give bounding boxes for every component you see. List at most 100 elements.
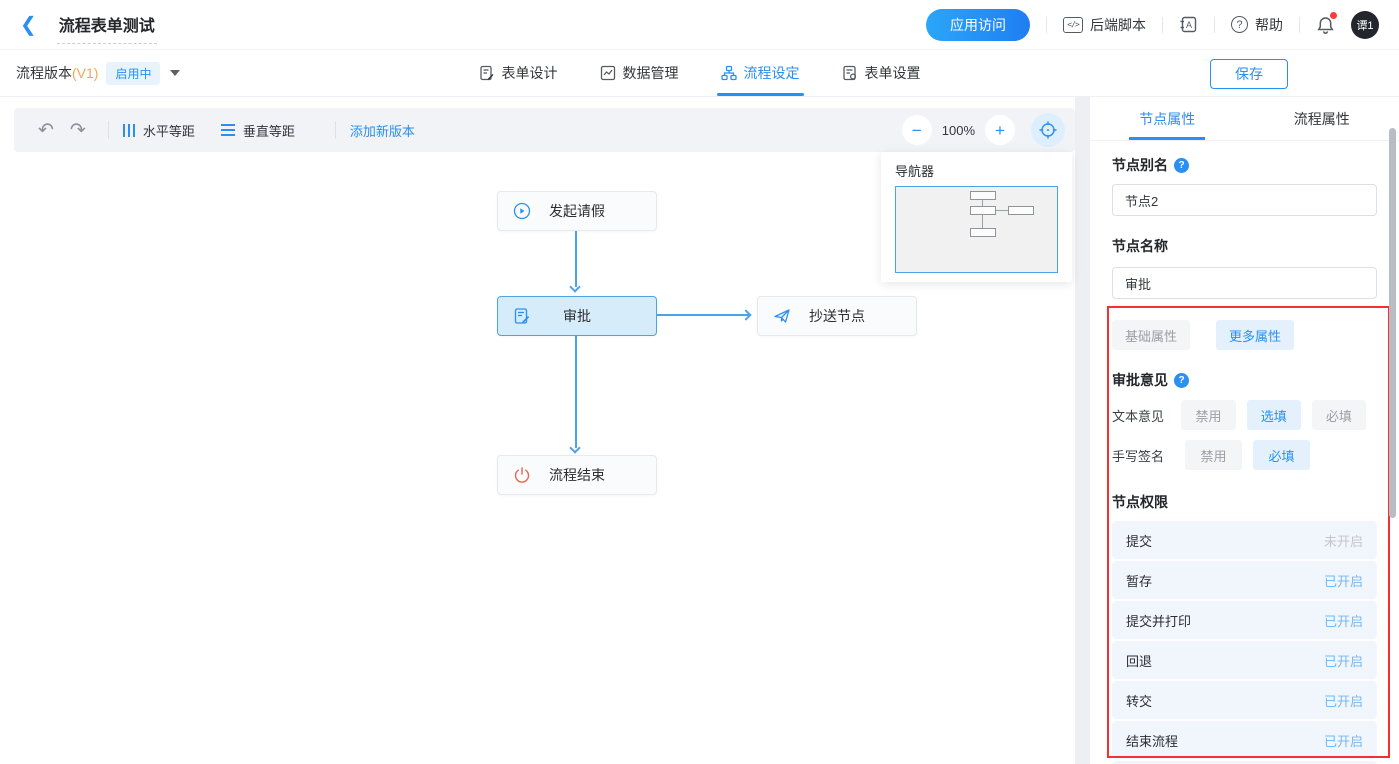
label-text: 节点别名	[1112, 155, 1168, 175]
main-area: ↶ ↷ 水平等距 垂直等距 添加新版本 − 100% +	[0, 97, 1399, 764]
node-name-input[interactable]	[1112, 267, 1377, 299]
notification-dot	[1330, 12, 1337, 19]
signature-label: 手写签名	[1112, 446, 1185, 465]
tab-data-management[interactable]: 数据管理	[600, 50, 679, 96]
text-opinion-optional-button[interactable]: 选填	[1247, 400, 1301, 430]
status-text: 已开启	[1324, 691, 1363, 710]
basic-properties-button[interactable]: 基础属性	[1112, 320, 1190, 350]
vertical-spacing-icon	[221, 124, 235, 136]
approval-opinion-label: 审批意见 ?	[1112, 370, 1377, 390]
help-button[interactable]: ? 帮助	[1231, 15, 1283, 35]
mini-node	[1008, 206, 1034, 215]
approval-form-icon	[513, 307, 531, 325]
permission-row-transfer[interactable]: 转交 已开启	[1112, 681, 1377, 719]
mini-node	[970, 206, 996, 215]
help-circle-icon[interactable]: ?	[1174, 158, 1189, 173]
node-name-label: 节点名称	[1112, 236, 1377, 256]
form-design-icon	[479, 65, 495, 81]
tab-flow-properties[interactable]: 流程属性	[1245, 97, 1399, 140]
app-access-button[interactable]: 应用访问	[926, 9, 1030, 41]
zoom-in-button[interactable]: +	[985, 115, 1015, 145]
node-label: 抄送节点	[809, 306, 865, 326]
add-version-button[interactable]: 添加新版本	[350, 121, 415, 140]
permission-row-submit[interactable]: 提交 未开启	[1112, 521, 1377, 559]
address-book-button[interactable]: A	[1179, 15, 1198, 34]
mini-node	[970, 228, 996, 237]
zoom-level: 100%	[942, 123, 975, 138]
tab-node-properties[interactable]: 节点属性	[1090, 97, 1245, 140]
permission-row-end-flow[interactable]: 结束流程 已开启	[1112, 721, 1377, 759]
fit-view-button[interactable]	[1031, 113, 1065, 147]
edge-start-approve	[575, 231, 577, 287]
tab-form-design[interactable]: 表单设计	[479, 50, 558, 96]
backend-script-button[interactable]: </> 后端脚本	[1063, 15, 1146, 35]
divider	[1162, 17, 1163, 33]
arrowhead-down-icon	[569, 281, 580, 292]
label-text: 节点权限	[1112, 492, 1168, 512]
divider	[1214, 17, 1215, 33]
tab-label: 数据管理	[623, 63, 679, 83]
permission-row-submit-print[interactable]: 提交并打印 已开启	[1112, 601, 1377, 639]
subheader: 流程版本(V1) 启用中 表单设计 数据管理 流程设定	[0, 50, 1399, 97]
signature-row: 手写签名 禁用 必填	[1112, 440, 1377, 470]
node-permissions-label: 节点权限	[1112, 492, 1377, 512]
text-opinion-disabled-button[interactable]: 禁用	[1181, 400, 1235, 430]
app-header: ❮ 流程表单测试 应用访问 </> 后端脚本 A ? 帮助	[0, 0, 1399, 50]
help-icon: ?	[1231, 16, 1248, 33]
node-start[interactable]: 发起请假	[497, 191, 657, 231]
tab-form-settings[interactable]: 表单设置	[842, 50, 921, 96]
horizontal-spacing-button[interactable]: 水平等距	[123, 121, 195, 140]
navigator-minimap[interactable]	[895, 186, 1058, 273]
properties-panel: 节点属性 流程属性 节点别名 ? 节点名称 基础属性 更多属性 审批意见 ?	[1090, 97, 1399, 764]
divider	[335, 121, 336, 139]
edge-approve-end	[575, 336, 577, 448]
redo-icon[interactable]: ↷	[62, 121, 94, 140]
navigator-panel: 导航器	[881, 152, 1072, 282]
address-book-icon: A	[1179, 15, 1198, 34]
divider	[108, 121, 109, 139]
horizontal-spacing-icon	[123, 124, 135, 137]
text-opinion-label: 文本意见	[1112, 406, 1181, 425]
flow-version: 流程版本(V1) 启用中	[16, 62, 180, 85]
zoom-out-button[interactable]: −	[902, 115, 932, 145]
node-label: 流程结束	[549, 465, 605, 485]
status-text: 未开启	[1324, 531, 1363, 550]
back-icon[interactable]: ❮	[20, 15, 37, 35]
permission-row-save-draft[interactable]: 暂存 已开启	[1112, 561, 1377, 599]
tab-flow-settings[interactable]: 流程设定	[721, 50, 800, 96]
code-icon: </>	[1063, 17, 1083, 33]
node-end[interactable]: 流程结束	[497, 455, 657, 495]
node-approve[interactable]: 审批	[497, 296, 657, 336]
notification-bell-icon[interactable]	[1316, 15, 1335, 35]
version-number: (V1)	[72, 65, 98, 81]
permission-row-rollback[interactable]: 回退 已开启	[1112, 641, 1377, 679]
save-button[interactable]: 保存	[1210, 59, 1288, 89]
more-properties-button[interactable]: 更多属性	[1216, 320, 1294, 350]
text-opinion-required-button[interactable]: 必填	[1312, 400, 1366, 430]
signature-disabled-button[interactable]: 禁用	[1185, 440, 1242, 470]
node-cc[interactable]: 抄送节点	[757, 296, 917, 336]
flow-canvas[interactable]: ↶ ↷ 水平等距 垂直等距 添加新版本 − 100% +	[0, 97, 1075, 764]
version-label: 流程版本	[16, 63, 72, 83]
signature-required-button[interactable]: 必填	[1253, 440, 1310, 470]
node-label: 审批	[563, 306, 591, 326]
node-alias-input[interactable]	[1112, 184, 1377, 216]
chevron-down-icon[interactable]	[170, 70, 180, 76]
label-text: 节点名称	[1112, 236, 1168, 256]
panel-tabs: 节点属性 流程属性	[1090, 97, 1399, 141]
horizontal-spacing-label: 水平等距	[143, 121, 195, 140]
flow-settings-icon	[721, 65, 737, 81]
play-circle-icon	[513, 202, 531, 220]
help-circle-icon[interactable]: ?	[1174, 373, 1189, 388]
vertical-spacing-button[interactable]: 垂直等距	[221, 121, 295, 140]
status-text: 已开启	[1324, 731, 1363, 750]
help-label: 帮助	[1255, 15, 1283, 35]
property-group-switch: 基础属性 更多属性	[1112, 320, 1377, 350]
status-text: 已开启	[1324, 571, 1363, 590]
undo-icon[interactable]: ↶	[30, 121, 62, 140]
data-management-icon	[600, 65, 616, 81]
avatar[interactable]: 谭1	[1351, 11, 1379, 39]
vertical-spacing-label: 垂直等距	[243, 121, 295, 140]
tab-label: 表单设计	[502, 63, 558, 83]
panel-scrollbar[interactable]	[1389, 128, 1396, 518]
